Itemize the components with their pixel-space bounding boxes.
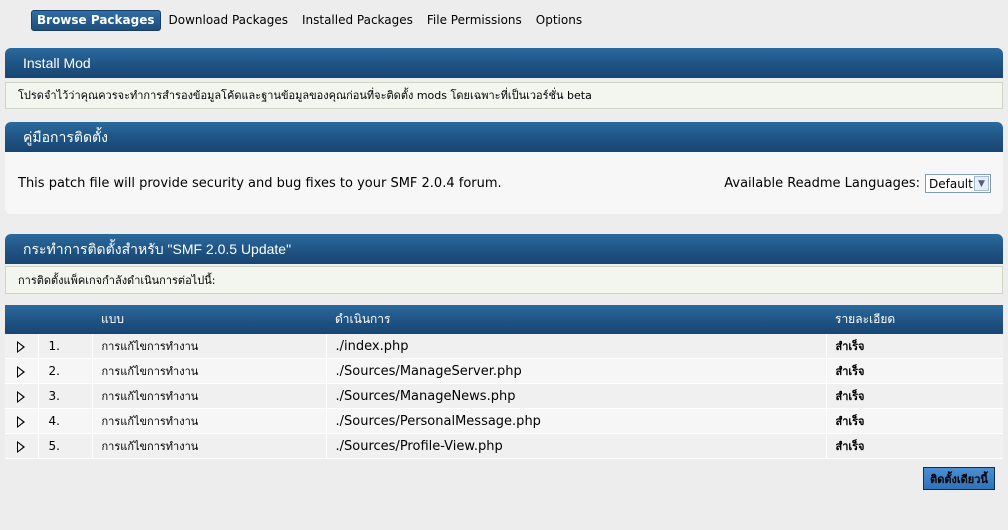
readme-text: This patch file will provide security an… bbox=[18, 176, 502, 191]
tab-installed-packages[interactable]: Installed Packages bbox=[302, 13, 413, 27]
row-type: การแก้ไขการทำงาน bbox=[92, 383, 327, 409]
row-action: ./Sources/PersonalMessage.php bbox=[326, 408, 827, 434]
row-action: ./Sources/Profile-View.php bbox=[326, 433, 827, 459]
tab-download-packages[interactable]: Download Packages bbox=[169, 13, 288, 27]
row-number: 1. bbox=[38, 334, 93, 359]
install-now-button[interactable]: ติดตั้งเดียวนี้ bbox=[923, 467, 995, 490]
table-row: 3. การแก้ไขการทำงาน ./Sources/ManageNews… bbox=[5, 383, 1003, 409]
actions-notice: การติดตั้งแพ็คเกจกำลังดำเนินการต่อไปนี้: bbox=[5, 266, 1003, 294]
tab-options[interactable]: Options bbox=[536, 13, 582, 27]
row-action: ./Sources/ManageServer.php bbox=[326, 358, 827, 384]
row-number: 5. bbox=[38, 433, 93, 459]
row-type: การแก้ไขการทำงาน bbox=[92, 408, 327, 434]
expand-arrow-icon[interactable] bbox=[17, 340, 26, 353]
row-type: การแก้ไขการทำงาน bbox=[92, 358, 327, 384]
install-mod-title: Install Mod bbox=[5, 48, 1003, 78]
package-manager-tabs: Browse Packages Download Packages Instal… bbox=[31, 9, 596, 31]
header-detail: รายละเอียด bbox=[835, 312, 896, 326]
expand-arrow-icon[interactable] bbox=[17, 440, 26, 453]
header-type: แบบ bbox=[101, 312, 124, 326]
actions-title: กระทำการติดตั้งสำหรับ "SMF 2.0.5 Update" bbox=[5, 234, 1003, 264]
row-expand[interactable] bbox=[5, 383, 39, 409]
row-detail: สำเร็จ bbox=[826, 433, 1003, 459]
table-row: 1. การแก้ไขการทำงาน ./index.php สำเร็จ bbox=[5, 334, 1003, 359]
table-row: 5. การแก้ไขการทำงาน ./Sources/Profile-Vi… bbox=[5, 433, 1003, 459]
readme-language-value: Default bbox=[929, 176, 973, 191]
row-detail: สำเร็จ bbox=[826, 358, 1003, 384]
row-expand[interactable] bbox=[5, 433, 39, 459]
row-number: 2. bbox=[38, 358, 93, 384]
actions-table: แบบ ดำเนินการ รายละเอียด 1. การแก้ไขการท… bbox=[5, 305, 1003, 459]
readme-language-select[interactable]: Default ▼ bbox=[925, 174, 991, 193]
row-expand[interactable] bbox=[5, 408, 39, 434]
row-number: 4. bbox=[38, 408, 93, 434]
table-row: 4. การแก้ไขการทำงาน ./Sources/PersonalMe… bbox=[5, 408, 1003, 434]
row-expand[interactable] bbox=[5, 334, 39, 359]
table-row: 2. การแก้ไขการทำงาน ./Sources/ManageServ… bbox=[5, 358, 1003, 384]
install-mod-notice: โปรดจำไว้ว่าคุณควรจะทำการสำรองข้อมูลโค้ด… bbox=[5, 82, 1003, 109]
tab-file-permissions[interactable]: File Permissions bbox=[427, 13, 522, 27]
row-action: ./Sources/ManageNews.php bbox=[326, 383, 827, 409]
row-action: ./index.php bbox=[326, 334, 827, 359]
row-number: 3. bbox=[38, 383, 93, 409]
readme-title: คู่มือการติดตั้ง bbox=[5, 122, 1003, 152]
table-header-row: แบบ ดำเนินการ รายละเอียด bbox=[5, 305, 1003, 334]
row-type: การแก้ไขการทำงาน bbox=[92, 334, 327, 359]
backup-notice-text: โปรดจำไว้ว่าคุณควรจะทำการสำรองข้อมูลโค้ด… bbox=[18, 89, 592, 102]
row-detail: สำเร็จ bbox=[826, 383, 1003, 409]
readme-language-selector: Available Readme Languages: Default ▼ bbox=[724, 174, 991, 193]
row-detail: สำเร็จ bbox=[826, 334, 1003, 359]
header-action: ดำเนินการ bbox=[335, 312, 391, 326]
readme-panel: This patch file will provide security an… bbox=[5, 152, 1003, 214]
row-type: การแก้ไขการทำงาน bbox=[92, 433, 327, 459]
actions-notice-text: การติดตั้งแพ็คเกจกำลังดำเนินการต่อไปนี้: bbox=[18, 274, 216, 287]
expand-arrow-icon[interactable] bbox=[17, 365, 26, 378]
header-num bbox=[38, 305, 92, 334]
chevron-down-icon[interactable]: ▼ bbox=[974, 176, 989, 191]
expand-arrow-icon[interactable] bbox=[17, 390, 26, 403]
readme-languages-label: Available Readme Languages: bbox=[724, 176, 920, 191]
expand-arrow-icon[interactable] bbox=[17, 415, 26, 428]
tab-browse-packages[interactable]: Browse Packages bbox=[31, 9, 161, 31]
row-expand[interactable] bbox=[5, 358, 39, 384]
row-detail: สำเร็จ bbox=[826, 408, 1003, 434]
header-expand bbox=[5, 305, 38, 334]
